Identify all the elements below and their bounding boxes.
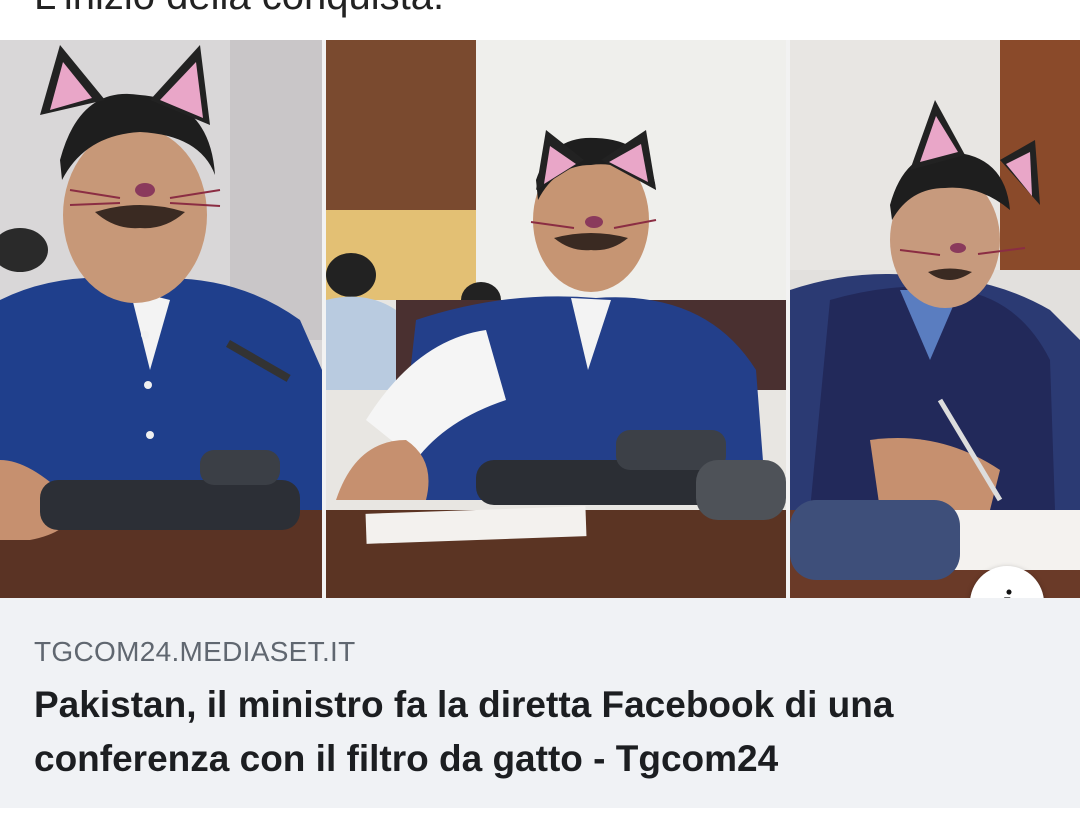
link-preview-caption[interactable]: TGCOM24.MEDIASET.IT Pakistan, il ministr… <box>0 598 1080 808</box>
info-icon-glyph: i <box>1002 584 1011 598</box>
feed-spacer <box>0 808 1080 822</box>
image-panel-right <box>790 40 1080 598</box>
link-headline[interactable]: Pakistan, il ministro fa la diretta Face… <box>34 678 1044 786</box>
previous-post-text: L'inizio della conquista. <box>34 0 444 19</box>
link-source-domain: TGCOM24.MEDIASET.IT <box>34 636 356 667</box>
image-panel-left <box>0 40 322 598</box>
link-preview-image[interactable]: i <box>0 40 1080 598</box>
image-panel-center <box>326 40 786 598</box>
link-preview-card[interactable]: i TGCOM24.MEDIASET.IT Pakistan, il minis… <box>0 40 1080 808</box>
